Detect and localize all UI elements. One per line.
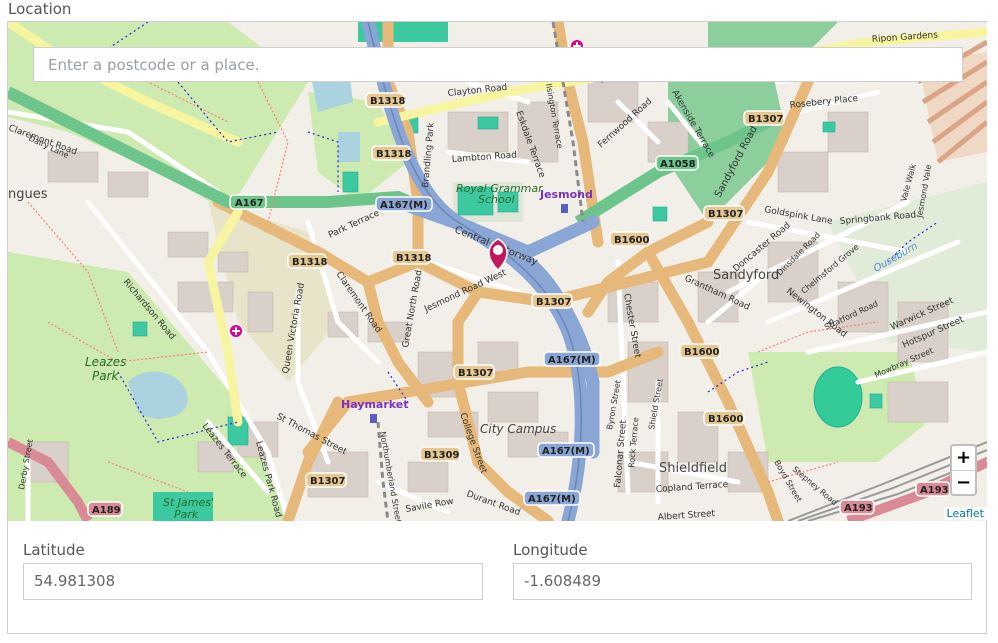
place-leazes-park: Park: [92, 369, 120, 383]
place-jesmond: Jesmond: [539, 188, 593, 201]
shield-b1307-e: B1307: [310, 476, 345, 487]
map-view[interactable]: Jesmond Haymarket Sandyford Shieldfield …: [8, 22, 987, 521]
shield-a193-a: A193: [920, 485, 949, 496]
zoom-out-button[interactable]: −: [952, 470, 975, 495]
jesmond-station-icon: [561, 204, 568, 213]
shield-a167m-a: A167(M): [380, 200, 428, 211]
pond-2: [338, 132, 360, 162]
shield-a193-b: A193: [844, 503, 873, 514]
shield-b1600-b: B1600: [684, 347, 719, 358]
shield-b1318-b: B1318: [376, 149, 411, 160]
leaflet-attribution-link[interactable]: Leaflet: [943, 507, 987, 520]
shield-b1307-b: B1307: [708, 209, 743, 220]
shield-a1058: A1058: [660, 159, 696, 170]
shield-a167m-b: A167(M): [548, 355, 596, 366]
map-tiles[interactable]: Jesmond Haymarket Sandyford Shieldfield …: [8, 22, 987, 521]
shield-a167: A167: [235, 198, 264, 209]
running-track: [813, 366, 863, 428]
place-haymarket: Haymarket: [341, 398, 409, 411]
latitude-label: Latitude: [23, 541, 85, 559]
location-legend: Location: [8, 0, 72, 18]
place-shieldfield: Shieldfield: [659, 461, 727, 476]
shield-a167m-c: A167(M): [542, 446, 590, 457]
shield-b1307-c: B1307: [536, 297, 571, 308]
place-city-campus: City Campus: [480, 422, 556, 436]
place-sandyford: Sandyford: [713, 268, 779, 283]
place-edge-left: ngues: [8, 187, 48, 202]
longitude-label: Longitude: [513, 541, 588, 559]
longitude-input[interactable]: -1.608489: [513, 563, 972, 600]
shield-b1307-a: B1307: [748, 114, 783, 125]
place-st-james-park: Park: [174, 508, 199, 521]
shield-b1600-c: B1600: [708, 414, 743, 425]
hospital-icon: [230, 325, 242, 337]
shield-b1318-c: B1318: [292, 257, 327, 268]
haymarket-station-icon: [370, 414, 377, 423]
location-search-input[interactable]: Enter a postcode or a place.: [33, 47, 963, 82]
shield-a167m-d: A167(M): [528, 494, 576, 505]
shield-a189: A189: [92, 505, 121, 516]
place-leazes: Leazes: [85, 355, 126, 369]
shield-b1307-d: B1307: [458, 368, 493, 379]
shield-b1318-a: B1318: [370, 96, 405, 107]
zoom-in-button[interactable]: +: [952, 446, 975, 470]
zoom-control: + −: [950, 444, 977, 496]
latitude-input[interactable]: 54.981308: [23, 563, 483, 600]
shield-b1600-a: B1600: [614, 235, 649, 246]
place-royal-grammar-school: School: [478, 193, 515, 206]
shield-b1318-d: B1318: [396, 253, 431, 264]
shield-b1309: B1309: [424, 450, 459, 461]
